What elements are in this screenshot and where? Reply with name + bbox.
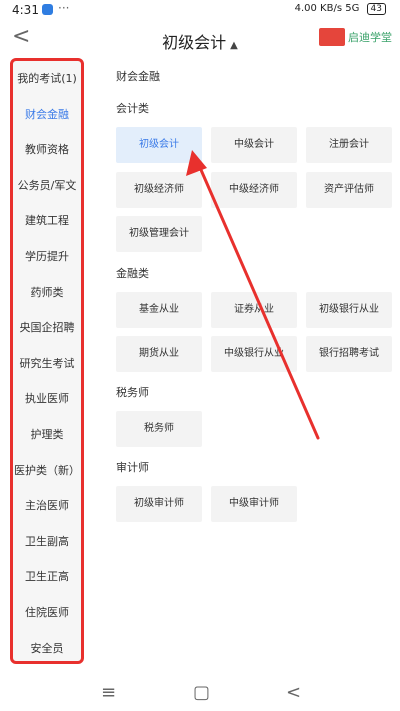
sidebar-item-finance[interactable]: 财会金融 [13, 97, 81, 133]
section-title-tax: 税务师 [116, 386, 149, 399]
status-time: 4:31 [12, 3, 39, 17]
net-speed: 4.00 KB/s [294, 3, 343, 14]
exam-tile-asset-appraiser[interactable]: 资产评估师 [306, 172, 392, 208]
sidebar-item-resident[interactable]: 住院医师 [13, 595, 81, 631]
sidebar-item-teacher[interactable]: 教师资格 [13, 132, 81, 168]
sidebar-item-my-exams[interactable]: 我的考试(1) [13, 61, 81, 97]
exam-tile-intermediate-auditor[interactable]: 中级审计师 [211, 486, 297, 522]
exam-tile-intermediate-banking[interactable]: 中级银行从业 [211, 336, 297, 372]
sidebar-item-nursing[interactable]: 护理类 [13, 417, 81, 453]
sidebar-item-deputy-senior[interactable]: 卫生副高 [13, 524, 81, 560]
section-title-finance: 金融类 [116, 267, 149, 280]
battery-icon: 43 [366, 3, 386, 15]
sidebar-item-postgrad[interactable]: 研究生考试 [13, 346, 81, 382]
logo-text: 启迪学堂 [348, 31, 392, 44]
exam-tile-junior-auditor[interactable]: 初级审计师 [116, 486, 202, 522]
exam-tile-fund[interactable]: 基金从业 [116, 292, 202, 328]
page-title-text: 初级会计 [162, 33, 227, 52]
home-icon[interactable]: ▢ [193, 682, 210, 703]
exam-tile-bank-recruitment[interactable]: 银行招聘考试 [306, 336, 392, 372]
caret-icon: ▲ [230, 40, 238, 51]
sidebar-item-physician[interactable]: 执业医师 [13, 381, 81, 417]
exam-tile-futures[interactable]: 期货从业 [116, 336, 202, 372]
menu-icon[interactable]: ≡ [101, 682, 116, 703]
brand-logo: 启迪学堂 [319, 28, 392, 46]
sidebar-item-civil-servant[interactable]: 公务员/军文 [13, 168, 81, 204]
category-sidebar: 我的考试(1) 财会金融 教师资格 公务员/军文 建筑工程 学历提升 药师类 央… [10, 58, 84, 664]
sidebar-item-education[interactable]: 学历提升 [13, 239, 81, 275]
exam-tile-junior-accounting[interactable]: 初级会计 [116, 127, 202, 163]
exam-tile-junior-economist[interactable]: 初级经济师 [116, 172, 202, 208]
top-header: < 初级会计 ▲ 启迪学堂 [0, 22, 400, 58]
app-notification-icon [42, 4, 53, 15]
status-right: 4.00 KB/s 5G 43 [295, 3, 386, 15]
sidebar-item-medical-new[interactable]: 医护类（新） [13, 453, 81, 489]
status-more: ··· [58, 1, 70, 15]
section-title-accounting: 会计类 [116, 102, 149, 115]
status-bar: 4:31 ··· 4.00 KB/s 5G 43 [0, 0, 400, 22]
sidebar-item-safety[interactable]: 安全员 [13, 631, 81, 667]
signal-icon: 5G [345, 3, 360, 14]
sidebar-item-soe-recruit[interactable]: 央国企招聘 [13, 310, 81, 346]
section-title-audit: 审计师 [116, 461, 149, 474]
sidebar-item-pharmacist[interactable]: 药师类 [13, 275, 81, 311]
sidebar-item-senior[interactable]: 卫生正高 [13, 559, 81, 595]
exam-tile-securities[interactable]: 证券从业 [211, 292, 297, 328]
nav-back-icon[interactable]: < [286, 682, 301, 703]
exam-tile-management-accounting[interactable]: 初级管理会计 [116, 216, 202, 252]
exam-tile-intermediate-economist[interactable]: 中级经济师 [211, 172, 297, 208]
system-navbar: ≡ ▢ < [0, 676, 400, 711]
logo-mark-icon [319, 28, 345, 46]
exam-tile-cpa[interactable]: 注册会计 [306, 127, 392, 163]
exam-tile-tax-agent[interactable]: 税务师 [116, 411, 202, 447]
category-content: 财会金融 会计类 初级会计 中级会计 注册会计 初级经济师 中级经济师 资产评估… [108, 58, 400, 678]
sidebar-item-construction[interactable]: 建筑工程 [13, 203, 81, 239]
content-heading: 财会金融 [116, 70, 160, 83]
exam-tile-intermediate-accounting[interactable]: 中级会计 [211, 127, 297, 163]
exam-tile-junior-banking[interactable]: 初级银行从业 [306, 292, 392, 328]
sidebar-item-attending[interactable]: 主治医师 [13, 488, 81, 524]
